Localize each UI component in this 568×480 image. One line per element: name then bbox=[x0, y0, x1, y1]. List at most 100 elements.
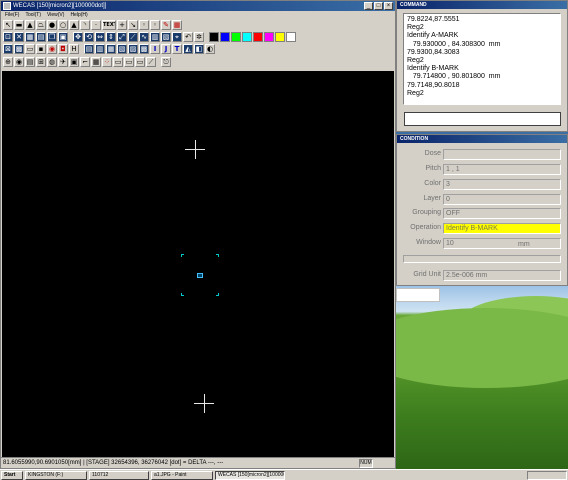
palette-icon[interactable]: ◐ bbox=[205, 44, 215, 54]
dot-icon[interactable]: · bbox=[91, 20, 101, 30]
taskbar-item-wecas[interactable]: WECAS [150[micron2][100000dot]] bbox=[215, 470, 285, 480]
flip-h-icon[interactable]: ⇔ bbox=[95, 32, 105, 42]
text-button[interactable]: TEXT bbox=[102, 20, 116, 30]
rectangle-icon[interactable]: ▬ bbox=[14, 20, 24, 30]
array-icon[interactable]: ▤ bbox=[36, 32, 46, 42]
layer-up-icon[interactable]: ▥ bbox=[95, 44, 105, 54]
minimize-button[interactable]: _ bbox=[364, 2, 373, 10]
cone-icon[interactable]: ▲ bbox=[69, 20, 79, 30]
window-field[interactable]: 10 mm bbox=[443, 238, 561, 249]
color-swatch-white[interactable] bbox=[286, 32, 296, 42]
arc-icon[interactable]: ◝ bbox=[80, 20, 90, 30]
stack-icon[interactable]: ▧ bbox=[117, 44, 127, 54]
monitor-icon[interactable]: ▣ bbox=[69, 57, 79, 67]
color-swatch-blue[interactable] bbox=[220, 32, 230, 42]
window-titlebar[interactable]: WECAS [150[micron2][100000dot]] _ □ × bbox=[1, 1, 395, 11]
split-icon[interactable]: ▩ bbox=[139, 44, 149, 54]
h-icon[interactable]: H bbox=[69, 44, 79, 54]
color-swatch-green[interactable] bbox=[231, 32, 241, 42]
ungroup-icon[interactable]: ▧ bbox=[161, 32, 171, 42]
target-icon[interactable]: ⊕ bbox=[3, 57, 13, 67]
wave-icon[interactable]: ∿ bbox=[139, 32, 149, 42]
fit-view-icon[interactable]: ⊡ bbox=[3, 32, 13, 42]
boolean-icon[interactable]: ◧ bbox=[194, 44, 204, 54]
folder-icon[interactable]: ▭ bbox=[25, 44, 35, 54]
taskbar-item-kingston[interactable]: KINGSTON (F:) bbox=[25, 470, 87, 480]
j-icon[interactable]: J bbox=[161, 44, 171, 54]
menu-view[interactable]: View(V) bbox=[47, 11, 64, 19]
select-arrow-icon[interactable]: ↖ bbox=[3, 20, 13, 30]
operation-field[interactable]: Identify B-MARK bbox=[443, 223, 561, 234]
filled-circle-icon[interactable]: ● bbox=[47, 20, 57, 30]
group-icon[interactable]: ▥ bbox=[150, 32, 160, 42]
grid-icon[interactable]: ▦ bbox=[25, 32, 35, 42]
save-icon[interactable]: ▪ bbox=[36, 44, 46, 54]
settings-icon[interactable]: ✲ bbox=[194, 32, 204, 42]
screen3-icon[interactable]: ▭ bbox=[135, 57, 145, 67]
table-icon[interactable]: ▤ bbox=[25, 57, 35, 67]
cells-icon[interactable]: ▦ bbox=[91, 57, 101, 67]
color-swatch-cyan[interactable] bbox=[242, 32, 252, 42]
grid-unit-field[interactable]: 2.5e-006 mm bbox=[443, 270, 561, 281]
condition-empty-field[interactable] bbox=[403, 255, 561, 263]
bracket-icon[interactable]: ⌐ bbox=[80, 57, 90, 67]
shape-icon[interactable]: ◭ bbox=[183, 44, 193, 54]
trapezoid-icon[interactable]: ⏢ bbox=[36, 20, 46, 30]
color-swatch-yellow[interactable] bbox=[275, 32, 285, 42]
undo-icon[interactable]: ↶ bbox=[183, 32, 193, 42]
command-input[interactable] bbox=[404, 112, 561, 126]
pattern-icon[interactable]: ▩ bbox=[14, 44, 24, 54]
close-button[interactable]: × bbox=[384, 2, 393, 10]
crosshair-icon[interactable]: + bbox=[117, 20, 127, 30]
slash-icon[interactable]: ⟋ bbox=[146, 57, 156, 67]
small-arrow-icon[interactable]: ↘ bbox=[128, 20, 138, 30]
box-icon[interactable]: ▣ bbox=[58, 32, 68, 42]
move-icon[interactable]: ✥ bbox=[73, 32, 83, 42]
desktop-blank-window[interactable] bbox=[396, 288, 440, 302]
line-icon[interactable]: ⟋ bbox=[128, 32, 138, 42]
layer-down-icon[interactable]: ▦ bbox=[106, 44, 116, 54]
plane-icon[interactable]: ✈ bbox=[58, 57, 68, 67]
snap-icon[interactable]: ⌖ bbox=[172, 32, 182, 42]
menu-help[interactable]: Help(H) bbox=[70, 11, 87, 19]
globe-icon[interactable]: ◍ bbox=[47, 57, 57, 67]
grid-edit-icon[interactable]: ▦ bbox=[172, 20, 182, 30]
triangle-icon[interactable]: ▲ bbox=[25, 20, 35, 30]
i-icon[interactable]: I bbox=[150, 44, 160, 54]
color-swatch-magenta[interactable] bbox=[264, 32, 274, 42]
mirror-x-icon[interactable]: ✕ bbox=[14, 32, 24, 42]
zoom-fit-icon[interactable]: ⊠ bbox=[3, 44, 13, 54]
scale-icon[interactable]: ⤢ bbox=[117, 32, 127, 42]
layer-icon[interactable]: ▤ bbox=[84, 44, 94, 54]
disabled-icon-2[interactable]: ◦ bbox=[150, 20, 160, 30]
circle-icon[interactable]: ○ bbox=[58, 20, 68, 30]
taskbar-item-110712[interactable]: 110712 bbox=[89, 470, 149, 480]
point-icon[interactable]: ◉ bbox=[14, 57, 24, 67]
screen-icon[interactable]: ▭ bbox=[113, 57, 123, 67]
exit-icon[interactable]: ⎋ bbox=[161, 57, 171, 67]
disabled-icon[interactable]: ◦ bbox=[139, 20, 149, 30]
menu-file[interactable]: File(F) bbox=[5, 11, 19, 19]
merge-icon[interactable]: ▨ bbox=[128, 44, 138, 54]
edit-pen-icon[interactable]: ✎ bbox=[161, 20, 171, 30]
maximize-button[interactable]: □ bbox=[374, 2, 383, 10]
stop-icon[interactable]: ◘ bbox=[58, 44, 68, 54]
start-button[interactable]: Start bbox=[1, 470, 23, 480]
grouping-field[interactable]: OFF bbox=[443, 208, 561, 219]
flip-v-icon[interactable]: ⇕ bbox=[106, 32, 116, 42]
menu-tool[interactable]: Tool(T) bbox=[25, 11, 41, 19]
marks-icon[interactable]: ⁘ bbox=[102, 57, 112, 67]
color-swatch-black[interactable] bbox=[209, 32, 219, 42]
rotate-icon[interactable]: ⟲ bbox=[84, 32, 94, 42]
screen2-icon[interactable]: ▭ bbox=[124, 57, 134, 67]
copy-icon[interactable]: ❐ bbox=[47, 32, 57, 42]
taskbar-item-paint[interactable]: a1.JPG - Paint bbox=[151, 470, 213, 480]
pitch-field[interactable]: 1 , 1 bbox=[443, 164, 561, 175]
t-icon[interactable]: T bbox=[172, 44, 182, 54]
record-icon[interactable]: ◉ bbox=[47, 44, 57, 54]
drawing-canvas[interactable] bbox=[2, 71, 394, 457]
color-swatch-red[interactable] bbox=[253, 32, 263, 42]
color-field[interactable]: 3 bbox=[443, 179, 561, 190]
dose-field[interactable] bbox=[443, 149, 561, 160]
cross-grid-icon[interactable]: ⊞ bbox=[36, 57, 46, 67]
